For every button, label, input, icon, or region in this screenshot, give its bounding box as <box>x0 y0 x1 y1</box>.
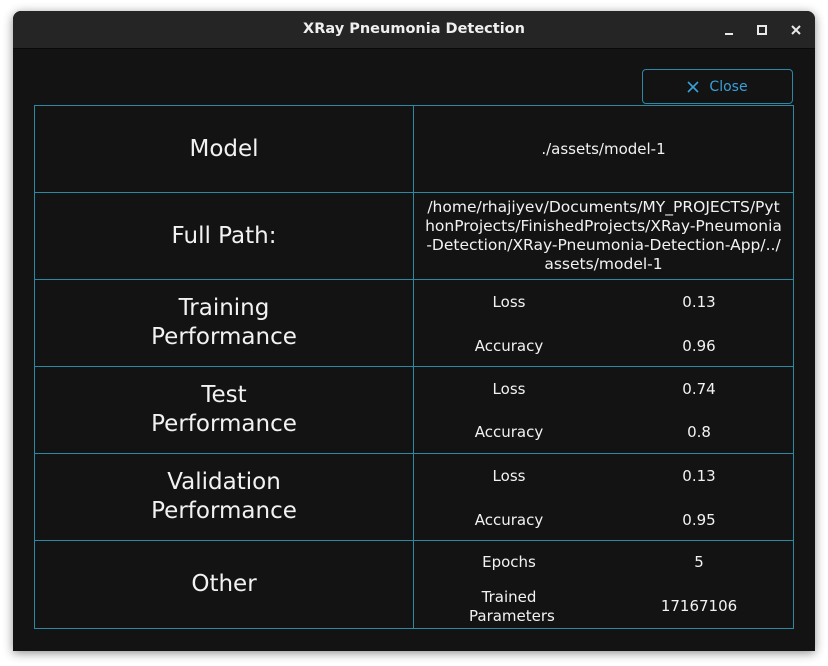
validation-label: Validation Performance <box>151 469 297 524</box>
app-window: XRay Pneumonia Detection Close Model ./a… <box>13 11 815 651</box>
model-value: ./assets/model-1 <box>541 140 666 158</box>
test-label-cell: Test Performance <box>35 367 414 453</box>
table-row-other: Other Epochs 5 Trained Parameters 171671… <box>35 541 793 628</box>
full-path-value: /home/rhajiyev/Documents/MY_PROJECTS/Pyt… <box>425 198 782 273</box>
close-x-icon <box>687 80 699 93</box>
full-path-label: Full Path: <box>35 193 414 279</box>
table-row-test: Test Performance Loss 0.74 Accuracy 0.8 <box>35 367 793 454</box>
epochs-label: Epochs <box>482 553 536 571</box>
validation-loss-value: 0.13 <box>682 467 716 485</box>
table-row-training: Training Performance Loss 0.13 Accuracy … <box>35 280 793 367</box>
minimize-icon <box>725 33 733 35</box>
training-accuracy-value: 0.96 <box>682 337 716 355</box>
other-label: Other <box>35 541 414 628</box>
table-row-full-path: Full Path: /home/rhajiyev/Documents/MY_P… <box>35 193 793 280</box>
test-label: Test Performance <box>151 382 297 437</box>
test-accuracy-label: Accuracy <box>474 423 544 441</box>
trained-parameters-label: Trained Parameters <box>469 588 555 625</box>
title-bar[interactable]: XRay Pneumonia Detection <box>13 11 815 49</box>
validation-metrics: Loss 0.13 Accuracy 0.95 <box>414 454 793 540</box>
maximize-button[interactable] <box>751 19 773 41</box>
close-button[interactable]: Close <box>642 69 793 104</box>
model-label: Model <box>35 106 414 192</box>
window-close-icon <box>791 25 801 35</box>
other-metrics: Epochs 5 Trained Parameters 17167106 <box>414 541 793 628</box>
table-row-validation: Validation Performance Loss 0.13 Accurac… <box>35 454 793 541</box>
training-loss-value: 0.13 <box>682 293 716 311</box>
validation-accuracy-label: Accuracy <box>474 511 544 529</box>
window-title: XRay Pneumonia Detection <box>303 21 525 37</box>
full-path-cell: /home/rhajiyev/Documents/MY_PROJECTS/Pyt… <box>414 193 793 279</box>
validation-accuracy-value: 0.95 <box>682 511 716 529</box>
test-loss-label: Loss <box>492 380 526 398</box>
maximize-icon <box>757 25 767 35</box>
window-close-button[interactable] <box>785 19 807 41</box>
validation-loss-label: Loss <box>492 467 526 485</box>
training-loss-label: Loss <box>492 293 526 311</box>
test-accuracy-value: 0.8 <box>687 423 711 441</box>
validation-label-cell: Validation Performance <box>35 454 414 540</box>
trained-parameters-value: 17167106 <box>660 597 738 615</box>
training-accuracy-label: Accuracy <box>474 337 544 355</box>
training-label: Training Performance <box>151 295 297 350</box>
close-button-label: Close <box>709 78 748 95</box>
minimize-button[interactable] <box>718 19 740 41</box>
training-metrics: Loss 0.13 Accuracy 0.96 <box>414 280 793 366</box>
training-label-cell: Training Performance <box>35 280 414 366</box>
test-metrics: Loss 0.74 Accuracy 0.8 <box>414 367 793 453</box>
table-row-model: Model ./assets/model-1 <box>35 106 793 193</box>
model-info-table: Model ./assets/model-1 Full Path: /home/… <box>34 105 794 629</box>
test-loss-value: 0.74 <box>682 380 716 398</box>
epochs-value: 5 <box>694 553 704 571</box>
